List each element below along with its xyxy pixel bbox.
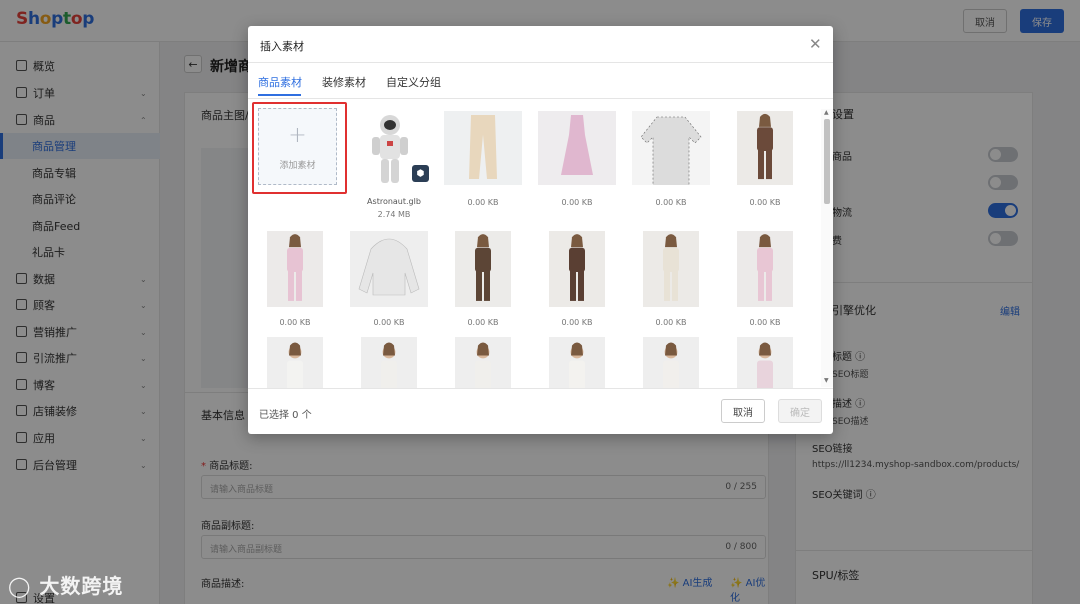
close-icon[interactable]: ✕ [809, 35, 822, 53]
media-thumbnail[interactable] [361, 337, 417, 388]
media-thumbnail[interactable] [455, 337, 511, 388]
tab-decoration-media[interactable]: 装修素材 [322, 74, 366, 90]
file-size: 0.00 KB [467, 198, 499, 207]
add-media-button[interactable]: + 添加素材 [258, 108, 337, 185]
file-size: 0.00 KB [749, 318, 781, 327]
scrollbar[interactable]: ▲ ▼ [821, 109, 833, 387]
add-media-label: 添加素材 [279, 161, 316, 171]
plus-icon: + [288, 123, 307, 148]
divider [248, 388, 833, 389]
3d-model-icon: ⬢ [412, 165, 429, 182]
file-size: 0.00 KB [655, 198, 687, 207]
media-thumbnail[interactable] [538, 111, 616, 185]
media-thumbnail[interactable] [350, 231, 428, 307]
file-size: 0.00 KB [279, 318, 311, 327]
divider [248, 62, 833, 63]
media-thumbnail[interactable] [549, 231, 605, 307]
file-size: 0.00 KB [373, 318, 405, 327]
scroll-up-icon[interactable]: ▲ [824, 109, 829, 116]
scroll-down-icon[interactable]: ▼ [824, 377, 829, 384]
media-thumbnail[interactable] [737, 111, 793, 185]
modal-title: 插入素材 [260, 40, 304, 53]
media-grid: + 添加素材 ⬢ Astronaut.glb 2.74 MB 0.00 KB 0.00 … [248, 99, 821, 388]
media-thumbnail[interactable] [737, 337, 793, 388]
media-thumbnail[interactable] [455, 231, 511, 307]
media-thumbnail[interactable] [267, 231, 323, 307]
media-thumbnail[interactable] [267, 337, 323, 388]
media-thumbnail[interactable] [549, 337, 605, 388]
media-thumbnail[interactable] [737, 231, 793, 307]
file-name: Astronaut.glb [367, 197, 421, 206]
modal-confirm-button[interactable]: 确定 [778, 399, 822, 423]
file-size: 2.74 MB [377, 210, 411, 219]
scrollbar-thumb[interactable] [824, 119, 830, 204]
media-thumbnail[interactable] [643, 231, 699, 307]
file-size: 0.00 KB [561, 318, 593, 327]
file-size: 0.00 KB [655, 318, 687, 327]
tab-product-media[interactable]: 商品素材 [258, 74, 302, 90]
media-thumbnail[interactable] [444, 111, 522, 185]
media-thumbnail[interactable] [632, 111, 710, 185]
file-size: 0.00 KB [749, 198, 781, 207]
tab-indicator [258, 94, 301, 96]
watermark: ◯ 大数跨境 [8, 574, 124, 598]
astronaut-model-thumbnail[interactable] [362, 111, 418, 189]
file-size: 0.00 KB [467, 318, 499, 327]
modal-cancel-button[interactable]: 取消 [721, 399, 765, 423]
tab-custom-group[interactable]: 自定义分组 [386, 74, 441, 90]
selected-count: 已选择 0 个 [259, 410, 312, 421]
insert-media-modal: 插入素材 ✕ 商品素材 装修素材 自定义分组 + 添加素材 ⬢ Astronaut… [248, 26, 833, 434]
media-thumbnail[interactable] [643, 337, 699, 388]
file-size: 0.00 KB [561, 198, 593, 207]
